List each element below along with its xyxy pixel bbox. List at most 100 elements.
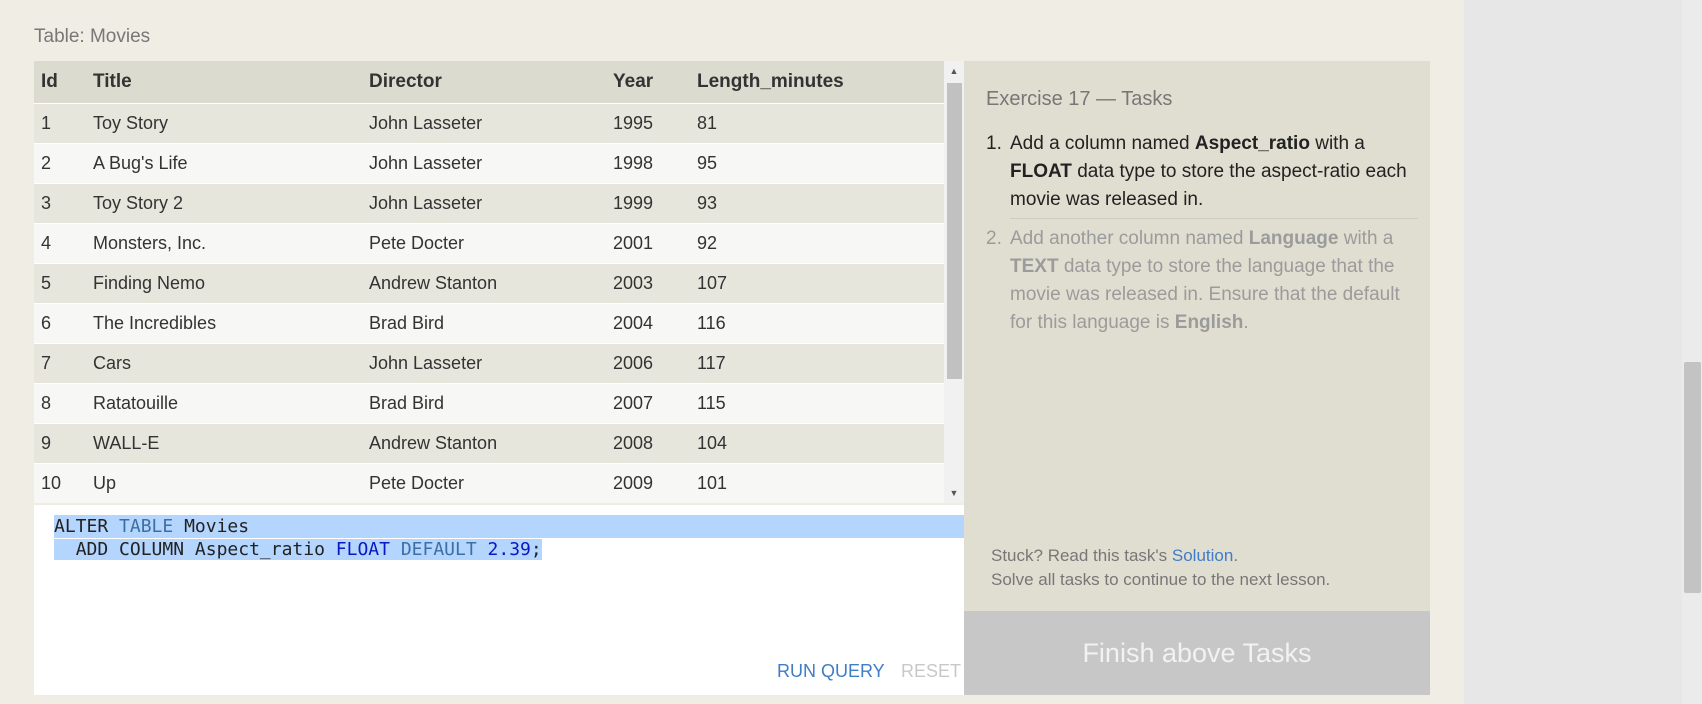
table-cell: 117 [690,343,944,384]
table-cell: 2006 [606,343,690,384]
page-scrollbar[interactable] [1682,0,1702,704]
help-line-2: Solve all tasks to continue to the next … [991,570,1331,589]
column-header: Title [86,61,362,104]
table-cell: 2004 [606,303,690,344]
code-line-2[interactable]: ADD COLUMN Aspect_ratio FLOAT DEFAULT 2.… [54,538,542,562]
task-item-1: 1. Add a column named Aspect_ratio with … [986,130,1418,214]
table-cell: John Lasseter [362,143,606,184]
task-number: 2. [986,228,1002,249]
task-number: 1. [986,133,1002,154]
table-body: 1 Toy Story John Lasseter 1995 81 2 A Bug's Li… [34,103,944,503]
help-suffix: . [1233,546,1239,565]
task-data-type: TEXT [1010,256,1059,277]
table-name: Movies [184,516,250,537]
triangle-up-icon[interactable]: ▲ [944,61,964,81]
table-row: 10 Up Pete Docter 2009 101 [34,463,944,503]
task-column-name: Language [1248,228,1339,249]
table-cell: Finding Nemo [86,263,362,304]
table-cell: Monsters, Inc. [86,223,362,264]
table-cell: 107 [690,263,944,304]
keyword-alter: ALTER [54,516,109,537]
table-cell: 6 [34,303,86,344]
run-query-button[interactable]: RUN QUERY [777,661,885,682]
table-row: 2A Bug's Life John Lasseter 1998 95 [34,143,944,184]
tasks-panel: Exercise 17 — Tasks 1. Add a column name… [964,61,1430,611]
table-cell: 7 [34,343,86,384]
results-table: Id Title Director Year Length_minutes 1T… [34,61,944,503]
task-text: Add a column named Aspect_ratio with a F… [1010,130,1418,214]
task-text-part: Add a column named [1010,133,1195,154]
keyword-default: DEFAULT [400,539,477,560]
task-divider [1010,218,1418,219]
table-cell: 93 [690,183,944,224]
table-cell: 2 [34,143,86,184]
default-value: 2.39 [487,539,531,560]
keyword-table: TABLE [119,516,174,537]
table-cell: John Lasseter [362,183,606,224]
table-cell: Brad Bird [362,383,606,424]
task-text-part: with a [1309,133,1365,154]
table-cell: The Incredibles [86,303,362,344]
results-table-panel: Id Title Director Year Length_minutes 1T… [34,61,964,503]
table-cell: Brad Bird [362,303,606,344]
task-text-part: Add another column named [1010,228,1249,249]
finish-tasks-button[interactable]: Finish above Tasks [964,611,1430,695]
table-row: 1 Toy Story John Lasseter 1995 81 [34,103,944,144]
task-column-name: Aspect_ratio [1194,133,1310,154]
task-text-part: with a [1338,228,1394,249]
table-header-row: Id Title Director Year Length_minutes [34,61,944,104]
add-column-clause: ADD COLUMN Aspect_ratio [75,539,325,560]
right-gutter [1464,0,1702,704]
table-row: 3 Toy Story 2 John Lasseter 1999 93 [34,183,944,224]
table-row: 6 The Incredibles Brad Bird 2004 116 [34,303,944,344]
table-cell: 95 [690,143,944,184]
table-cell: 1998 [606,143,690,184]
task-data-type: FLOAT [1010,161,1072,182]
table-row: 5 Finding Nemo Andrew Stanton 2003 107 [34,263,944,304]
table-cell: 2001 [606,223,690,264]
solution-link[interactable]: Solution [1172,546,1233,565]
table-cell: Andrew Stanton [362,263,606,304]
triangle-down-icon[interactable]: ▼ [944,483,964,503]
table-row: 9 WALL-E Andrew Stanton 2008 104 [34,423,944,464]
table-cell: 9 [34,423,86,464]
table-row: 7 Cars John Lasseter 2006 117 [34,343,944,384]
table-cell: Up [86,463,362,503]
tasks-title: Exercise 17 — Tasks [986,88,1173,110]
table-cell: Toy Story 2 [86,183,362,224]
column-header: Director [362,61,606,104]
table-cell: John Lasseter [362,103,606,144]
results-table-view: Id Title Director Year Length_minutes 1T… [34,61,944,503]
column-header: Id [34,61,86,104]
table-cell: 3 [34,183,86,224]
sql-editor[interactable]: ALTER TABLE Movies ADD COLUMN Aspect_rat… [34,505,964,695]
semicolon: ; [530,539,542,560]
table-cell: 2008 [606,423,690,464]
table-cell: 104 [690,423,944,464]
table-cell: Pete Docter [362,463,606,503]
table-cell: 5 [34,263,86,304]
table-cell: 2003 [606,263,690,304]
table-cell: 101 [690,463,944,503]
table-cell: 1999 [606,183,690,224]
table-cell: 116 [690,303,944,344]
help-prefix: Stuck? Read this task's [991,546,1172,565]
page-scrollbar-thumb[interactable] [1684,362,1701,593]
code-line-1[interactable]: ALTER TABLE Movies [54,515,249,539]
table-cell: 81 [690,103,944,144]
table-cell: A Bug's Life [86,143,362,184]
table-cell: 2007 [606,383,690,424]
column-header: Length_minutes [690,61,944,104]
table-cell: 92 [690,223,944,264]
table-cell: Toy Story [86,103,362,144]
table-cell: 1995 [606,103,690,144]
table-scrollbar[interactable]: ▲ ▼ [944,61,964,503]
table-cell: Cars [86,343,362,384]
table-cell: 1 [34,103,86,144]
table-scrollbar-thumb[interactable] [947,83,962,379]
reset-button[interactable]: RESET [901,661,961,682]
keyword-float: FLOAT [335,539,390,560]
table-cell: Andrew Stanton [362,423,606,464]
table-cell: 2009 [606,463,690,503]
table-cell: 4 [34,223,86,264]
